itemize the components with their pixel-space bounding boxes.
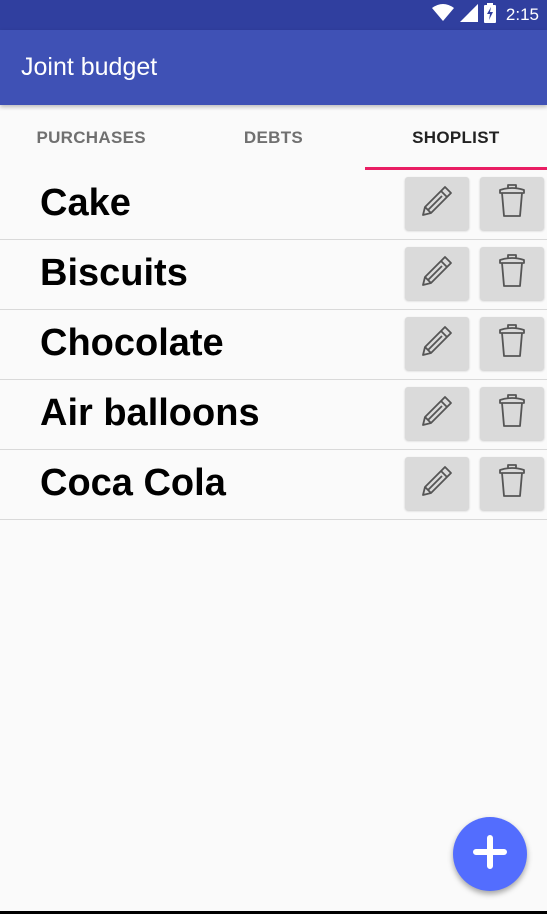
trash-icon xyxy=(498,394,526,433)
pencil-icon xyxy=(419,323,455,364)
battery-charging-icon xyxy=(483,2,496,28)
list-item: Coca Cola xyxy=(0,450,547,520)
item-name: Coca Cola xyxy=(40,462,226,504)
status-icons: 2:15 xyxy=(431,2,539,28)
tab-purchases[interactable]: PURCHASES xyxy=(0,105,182,170)
pencil-icon xyxy=(419,463,455,504)
status-bar: 2:15 xyxy=(0,0,547,30)
tab-label: SHOPLIST xyxy=(412,127,500,147)
delete-button[interactable] xyxy=(480,317,544,370)
tab-shoplist[interactable]: SHOPLIST xyxy=(364,105,547,170)
edit-button[interactable] xyxy=(405,387,469,440)
trash-icon xyxy=(498,464,526,503)
list-item: Chocolate xyxy=(0,310,547,380)
delete-button[interactable] xyxy=(480,177,544,230)
item-name: Cake xyxy=(40,182,131,224)
list-item: Air balloons xyxy=(0,380,547,450)
pencil-icon xyxy=(419,253,455,294)
tab-bar: PURCHASES DEBTS SHOPLIST xyxy=(0,105,547,170)
app-bar: Joint budget xyxy=(0,30,547,105)
item-name: Biscuits xyxy=(40,252,188,294)
pencil-icon xyxy=(419,183,455,224)
shoplist: Cake Biscuits Chocolate Air balloons Coc… xyxy=(0,170,547,520)
edit-button[interactable] xyxy=(405,247,469,300)
item-name: Chocolate xyxy=(40,322,224,364)
trash-icon xyxy=(498,184,526,223)
status-time: 2:15 xyxy=(505,5,539,24)
app-title: Joint budget xyxy=(21,53,158,81)
delete-button[interactable] xyxy=(480,387,544,440)
signal-icon xyxy=(459,3,478,27)
delete-button[interactable] xyxy=(480,457,544,510)
plus-icon xyxy=(473,834,507,874)
wifi-icon xyxy=(431,3,454,27)
tab-label: PURCHASES xyxy=(36,127,146,147)
edit-button[interactable] xyxy=(405,317,469,370)
list-item: Cake xyxy=(0,170,547,240)
edit-button[interactable] xyxy=(405,457,469,510)
delete-button[interactable] xyxy=(480,247,544,300)
item-name: Air balloons xyxy=(40,392,260,434)
trash-icon xyxy=(498,324,526,363)
tab-debts[interactable]: DEBTS xyxy=(182,105,364,170)
trash-icon xyxy=(498,254,526,293)
pencil-icon xyxy=(419,393,455,434)
tab-label: DEBTS xyxy=(243,127,304,147)
add-item-button[interactable] xyxy=(453,817,527,891)
list-item: Biscuits xyxy=(0,240,547,310)
edit-button[interactable] xyxy=(405,177,469,230)
